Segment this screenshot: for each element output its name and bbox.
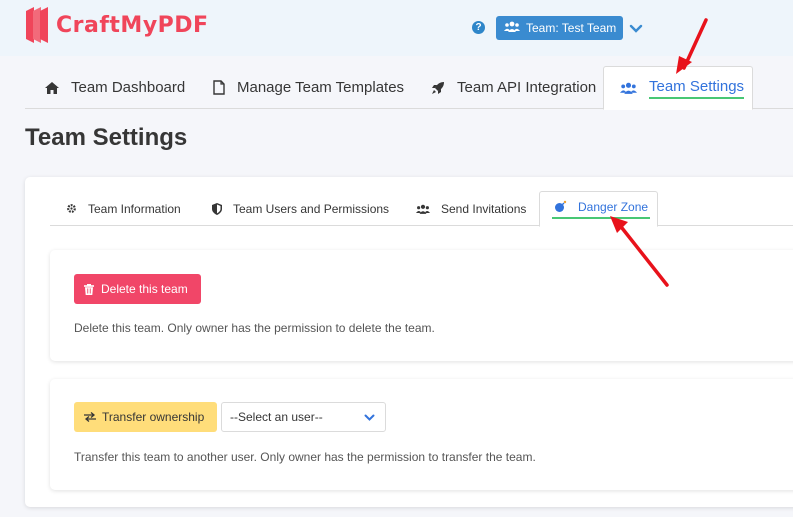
tab-label: Team Users and Permissions <box>233 201 390 216</box>
tab-send-invitations[interactable]: Send Invitations <box>416 191 526 226</box>
tab-label: Send Invitations <box>441 201 527 216</box>
brand-name: CraftMyPDF <box>56 12 209 38</box>
chevron-down-icon[interactable] <box>628 20 644 36</box>
tab-label: Team Dashboard <box>71 79 186 96</box>
tab-manage-team-templates[interactable]: Manage Team Templates <box>213 66 404 109</box>
transfer-ownership-panel <box>50 379 793 490</box>
users-icon <box>504 21 520 35</box>
users-icon <box>620 82 637 94</box>
transfer-ownership-description: Transfer this team to another user. Only… <box>74 450 536 464</box>
rocket-icon <box>431 81 445 95</box>
question-circle-icon[interactable]: ? <box>472 21 485 34</box>
tab-danger-zone-inner: Danger Zone <box>552 199 651 219</box>
exchange-icon <box>84 412 96 422</box>
main-tab-bar: Team Dashboard Manage Team Templates Tea… <box>25 66 793 110</box>
page-title: Team Settings <box>25 124 188 151</box>
tab-danger-zone[interactable]: Danger Zone <box>539 191 658 227</box>
trash-icon <box>84 283 94 295</box>
team-switcher-label: Team: Test Team <box>526 21 617 35</box>
craftmypdf-logo-icon <box>24 5 52 45</box>
tab-team-settings[interactable]: Team Settings <box>603 66 753 110</box>
chevron-down-icon <box>364 412 375 426</box>
transfer-ownership-label: Transfer ownership <box>102 410 205 424</box>
shield-icon <box>212 202 222 215</box>
brand-logo[interactable]: CraftMyPDF <box>24 5 209 45</box>
tab-label: Danger Zone <box>578 199 649 214</box>
gear-icon <box>66 203 77 214</box>
settings-tab-bar: Team Information Team Users and Permissi… <box>50 191 793 227</box>
tab-label: Manage Team Templates <box>237 79 405 96</box>
tab-team-information[interactable]: Team Information <box>66 191 181 226</box>
user-select-value: --Select an user-- <box>230 410 323 424</box>
users-icon <box>416 204 430 214</box>
bomb-icon <box>554 200 567 213</box>
home-icon <box>45 81 59 94</box>
team-switcher-button[interactable]: Team: Test Team <box>496 16 623 40</box>
file-icon <box>213 80 225 95</box>
tab-team-users-and-permissions[interactable]: Team Users and Permissions <box>212 191 389 226</box>
transfer-ownership-button[interactable]: Transfer ownership <box>74 402 217 432</box>
tab-team-api-integration[interactable]: Team API Integration <box>431 66 596 109</box>
delete-team-panel <box>50 250 793 361</box>
delete-team-button[interactable]: Delete this team <box>74 274 201 304</box>
tab-team-dashboard[interactable]: Team Dashboard <box>45 66 185 109</box>
delete-team-description: Delete this team. Only owner has the per… <box>74 321 435 335</box>
tab-label: Team Information <box>88 201 181 216</box>
tab-label: Team Settings <box>649 78 745 99</box>
user-select[interactable]: --Select an user-- <box>221 402 386 432</box>
delete-team-label: Delete this team <box>101 282 188 296</box>
tab-label: Team API Integration <box>457 79 597 96</box>
